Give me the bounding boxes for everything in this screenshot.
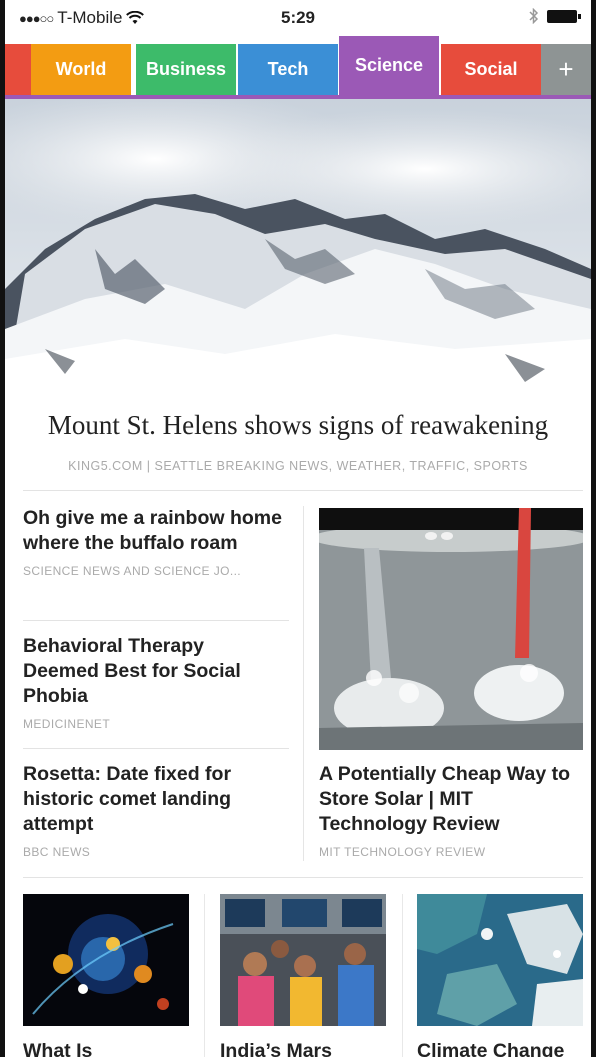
solar-storage-image[interactable] — [319, 508, 583, 750]
space-nebula-photo — [23, 894, 189, 1026]
mission-control-photo — [220, 894, 386, 1026]
category-tab-bar: World Business Tech Science Social + — [5, 36, 591, 99]
card-item[interactable]: Climate Change — [417, 894, 583, 1057]
section-divider — [23, 490, 583, 491]
story-title: Rosetta: Date fixed for historic comet l… — [23, 763, 232, 835]
story-divider — [23, 620, 289, 621]
status-bar: ●●●○○ T-Mobile 5:29 — [5, 0, 591, 36]
clock: 5:29 — [280, 8, 316, 27]
story-source: BBC NEWS — [23, 845, 91, 859]
story-divider — [23, 748, 289, 749]
card-image — [417, 894, 583, 1026]
add-tab-button[interactable]: + — [541, 44, 591, 95]
tab-social[interactable]: Social — [441, 44, 541, 95]
snowy-mountain-photo — [5, 99, 591, 392]
tab-previous-edge[interactable] — [5, 44, 31, 95]
story-item-featured[interactable]: A Potentially Cheap Way to Store Solar |… — [319, 762, 583, 859]
story-source: SCIENCE NEWS AND SCIENCE JO... — [23, 564, 242, 578]
card-title: India’s Mars — [220, 1040, 332, 1057]
card-item[interactable]: India’s Mars — [220, 894, 386, 1057]
story-item[interactable]: Rosetta: Date fixed for historic comet l… — [23, 762, 285, 859]
card-image — [23, 894, 189, 1026]
story-title: Behavioral Therapy Deemed Best for Socia… — [23, 635, 241, 707]
satellite-earth-photo — [417, 894, 583, 1026]
status-right — [529, 8, 581, 24]
card-title: Climate Change — [417, 1040, 565, 1057]
main-story-source: KING5.COM | SEATTLE BREAKING NEWS, WEATH… — [68, 459, 528, 473]
card-title: What Is — [23, 1040, 93, 1057]
battery-icon — [547, 9, 581, 23]
story-source: MIT TECHNOLOGY REVIEW — [319, 845, 486, 859]
story-item[interactable]: Behavioral Therapy Deemed Best for Socia… — [23, 634, 285, 731]
tab-tech[interactable]: Tech — [238, 44, 338, 95]
card-item[interactable]: What Is — [23, 894, 189, 1057]
story-item[interactable]: Oh give me a rainbow home where the buff… — [23, 506, 285, 578]
app-frame: ●●●○○ T-Mobile 5:29 World Business Tech … — [0, 0, 596, 1057]
tab-business[interactable]: Business — [136, 44, 236, 95]
story-source: MEDICINENET — [23, 717, 111, 731]
card-divider — [204, 894, 205, 1057]
bluetooth-icon — [529, 8, 539, 24]
tab-science[interactable]: Science — [339, 36, 439, 95]
lab-glass-photo — [319, 508, 583, 750]
card-image — [220, 894, 386, 1026]
story-title: A Potentially Cheap Way to Store Solar |… — [319, 763, 571, 835]
column-divider — [303, 506, 304, 861]
section-divider — [23, 877, 583, 878]
hero-image[interactable] — [5, 99, 591, 392]
main-headline[interactable]: Mount St. Helens shows signs of reawaken… — [5, 410, 591, 441]
card-divider — [402, 894, 403, 1057]
tab-world[interactable]: World — [31, 44, 131, 95]
story-title: Oh give me a rainbow home where the buff… — [23, 507, 282, 554]
